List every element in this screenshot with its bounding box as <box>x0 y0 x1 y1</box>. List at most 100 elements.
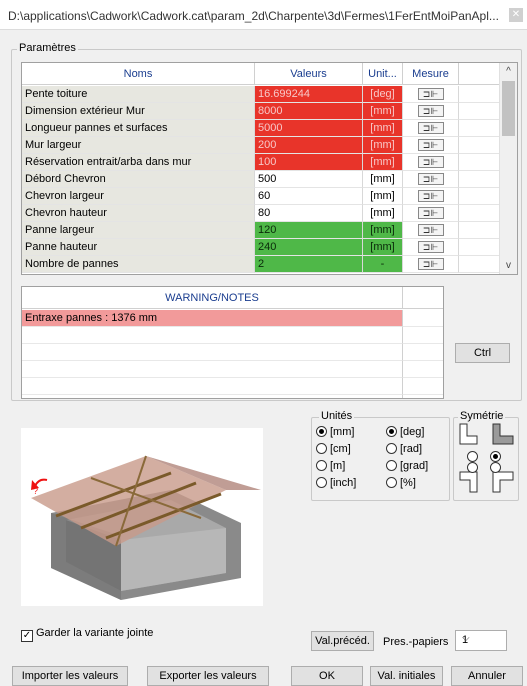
keep-variant-checkbox[interactable]: ✓ Garder la variante jointe <box>21 626 153 642</box>
ctrl-button[interactable]: Ctrl <box>455 343 510 363</box>
column-header-unit[interactable]: Unit... <box>363 63 403 85</box>
radio-dot-icon[interactable] <box>386 477 397 488</box>
table-row[interactable]: Réservation entrait/arba dans mur 100 [mm]… <box>22 154 500 171</box>
table-row[interactable]: Pente toiture 16.699244 [deg] ⊐⊩ <box>22 86 500 103</box>
checkbox-box[interactable]: ✓ <box>21 630 33 642</box>
param-value-cell[interactable]: 500 <box>255 171 363 188</box>
param-value-cell[interactable]: 8000 <box>255 103 363 120</box>
table-row[interactable]: Panne hauteur 240 [mm] ⊐⊩ <box>22 239 500 256</box>
unit-radio-angle[interactable]: [rad] <box>386 441 422 457</box>
radio-dot-icon[interactable] <box>316 477 327 488</box>
radio-dot-icon[interactable] <box>386 460 397 471</box>
initial-values-button[interactable]: Val. initiales <box>370 666 443 686</box>
param-value-cell[interactable]: 80 <box>255 205 363 222</box>
param-value-cell[interactable]: 60 <box>255 188 363 205</box>
empty-cell <box>459 137 500 154</box>
import-values-button[interactable]: Importer les valeurs <box>12 666 128 686</box>
parameters-scrollbar[interactable]: ^ v <box>499 63 517 274</box>
symmetry-label: Symétrie <box>458 410 506 422</box>
radio-dot-icon[interactable] <box>316 443 327 454</box>
parametres-label: Paramètres <box>17 42 78 54</box>
radio-label: [cm] <box>330 443 351 455</box>
radio-label: [rad] <box>400 443 423 455</box>
close-icon[interactable]: ✕ <box>509 8 523 22</box>
table-row[interactable]: Panne largeur 120 [mm] ⊐⊩ <box>22 222 500 239</box>
unit-radio-length[interactable]: [mm] <box>316 424 354 440</box>
param-value-cell[interactable]: 120 <box>255 222 363 239</box>
scroll-up-icon[interactable]: ^ <box>500 63 517 80</box>
unit-radio-angle[interactable]: [grad] <box>386 458 428 474</box>
unit-radio-length[interactable]: [cm] <box>316 441 351 457</box>
empty-cell <box>459 120 500 137</box>
table-row[interactable]: Débord Chevron 500 [mm] ⊐⊩ <box>22 171 500 188</box>
symmetry-bottom-left-icon[interactable] <box>459 471 478 493</box>
warning-row <box>22 378 403 395</box>
measure-icon[interactable]: ⊐⊩ <box>417 190 444 202</box>
scroll-down-icon[interactable]: v <box>500 257 517 274</box>
unit-radio-angle[interactable]: [%] <box>386 475 416 491</box>
column-header-value[interactable]: Valeurs <box>255 63 363 85</box>
symmetry-radio-3[interactable] <box>467 462 478 473</box>
param-value-cell[interactable]: 2 <box>255 256 363 273</box>
clipboard-select[interactable]: 1 ⌵ <box>455 630 507 651</box>
measure-icon[interactable]: ⊐⊩ <box>417 224 444 236</box>
scrollbar-thumb[interactable] <box>502 81 515 136</box>
unit-radio-length[interactable]: [inch] <box>316 475 356 491</box>
radio-dot-icon[interactable] <box>386 443 397 454</box>
symmetry-radio-1[interactable] <box>467 451 478 462</box>
empty-cell <box>459 171 500 188</box>
table-row[interactable]: Nombre de pannes 2- ⊐⊩ <box>22 256 500 273</box>
measure-icon[interactable]: ⊐⊩ <box>417 139 444 151</box>
measure-icon[interactable]: ⊐⊩ <box>417 207 444 219</box>
table-row[interactable]: Dimension extérieur Mur 8000 [mm] ⊐⊩ <box>22 103 500 120</box>
unit-radio-length[interactable]: [m] <box>316 458 345 474</box>
param-unit: [mm] <box>363 154 403 171</box>
radio-dot-icon[interactable] <box>316 460 327 471</box>
radio-label: [%] <box>400 477 416 489</box>
param-value-cell[interactable]: 200 <box>255 137 363 154</box>
table-row[interactable]: Mur largeur 200 [mm] ⊐⊩ <box>22 137 500 154</box>
mesure-cell: ⊐⊩ <box>403 188 459 205</box>
measure-icon[interactable]: ⊐⊩ <box>417 156 444 168</box>
symmetry-top-right-icon[interactable] <box>492 423 514 445</box>
measure-icon[interactable]: ⊐⊩ <box>417 88 444 100</box>
radio-label: [grad] <box>400 460 429 472</box>
param-name: Réservation entrait/arba dans mur <box>22 154 255 171</box>
unit-radio-angle[interactable]: [deg] <box>386 424 424 440</box>
radio-dot-icon[interactable] <box>386 426 397 437</box>
param-value-cell[interactable]: 16.699244 <box>255 86 363 103</box>
symmetry-radio-4[interactable] <box>490 462 501 473</box>
symmetry-bottom-right-icon[interactable] <box>492 471 514 493</box>
warning-row-empty <box>403 327 443 344</box>
svg-text:?: ? <box>33 486 38 496</box>
param-name: Chevron largeur <box>22 188 255 205</box>
mesure-cell: ⊐⊩ <box>403 137 459 154</box>
warning-notes-table: WARNING/NOTES Entraxe pannes : 1376 mm <box>21 286 444 399</box>
param-name: Nombre de pannes <box>22 256 255 273</box>
measure-icon[interactable]: ⊐⊩ <box>417 122 444 134</box>
previous-values-button[interactable]: Val.précéd. <box>311 631 374 651</box>
measure-icon[interactable]: ⊐⊩ <box>417 258 444 270</box>
column-header-name[interactable]: Noms <box>22 63 255 85</box>
table-row[interactable]: Longueur pannes et surfaces 5000 [mm] ⊐⊩ <box>22 120 500 137</box>
export-values-button[interactable]: Exporter les valeurs <box>147 666 269 686</box>
param-value-cell[interactable]: 100 <box>255 154 363 171</box>
symmetry-radio-2[interactable] <box>490 451 501 462</box>
column-header-mesure[interactable]: Mesure <box>403 63 459 85</box>
param-unit: [mm] <box>363 205 403 222</box>
cancel-button[interactable]: Annuler <box>451 666 523 686</box>
measure-icon[interactable]: ⊐⊩ <box>417 173 444 185</box>
table-row[interactable]: Chevron hauteur 80 [mm] ⊐⊩ <box>22 205 500 222</box>
warning-row <box>22 327 403 344</box>
symmetry-top-left-icon[interactable] <box>459 423 478 445</box>
table-row[interactable]: Chevron largeur 60 [mm] ⊐⊩ <box>22 188 500 205</box>
radio-label: [m] <box>330 460 346 472</box>
param-unit: - <box>363 256 403 273</box>
param-value-cell[interactable]: 5000 <box>255 120 363 137</box>
param-value-cell[interactable]: 240 <box>255 239 363 256</box>
empty-cell <box>459 205 500 222</box>
radio-dot-icon[interactable] <box>316 426 327 437</box>
ok-button[interactable]: OK <box>291 666 363 686</box>
measure-icon[interactable]: ⊐⊩ <box>417 241 444 253</box>
measure-icon[interactable]: ⊐⊩ <box>417 105 444 117</box>
